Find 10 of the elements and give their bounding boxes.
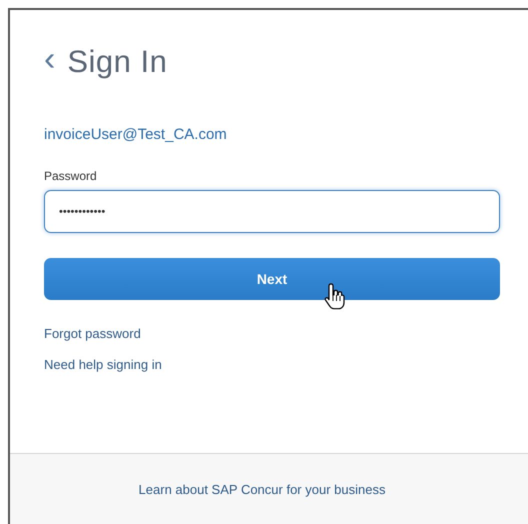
help-link[interactable]: Need help signing in: [44, 357, 162, 372]
footer-link[interactable]: Learn about SAP Concur for your business: [138, 482, 386, 496]
back-chevron-icon[interactable]: ‹: [44, 42, 56, 76]
password-field[interactable]: ••••••••••••: [44, 190, 500, 233]
hand-cursor-icon: [324, 282, 346, 312]
field-label: Password: [44, 169, 97, 183]
help-link[interactable]: Forgot password: [44, 326, 141, 341]
next-button[interactable]: Next: [44, 258, 500, 300]
page-title: Sign In: [67, 44, 168, 80]
account-email: invoiceUser@Test_CA.com: [44, 126, 227, 143]
